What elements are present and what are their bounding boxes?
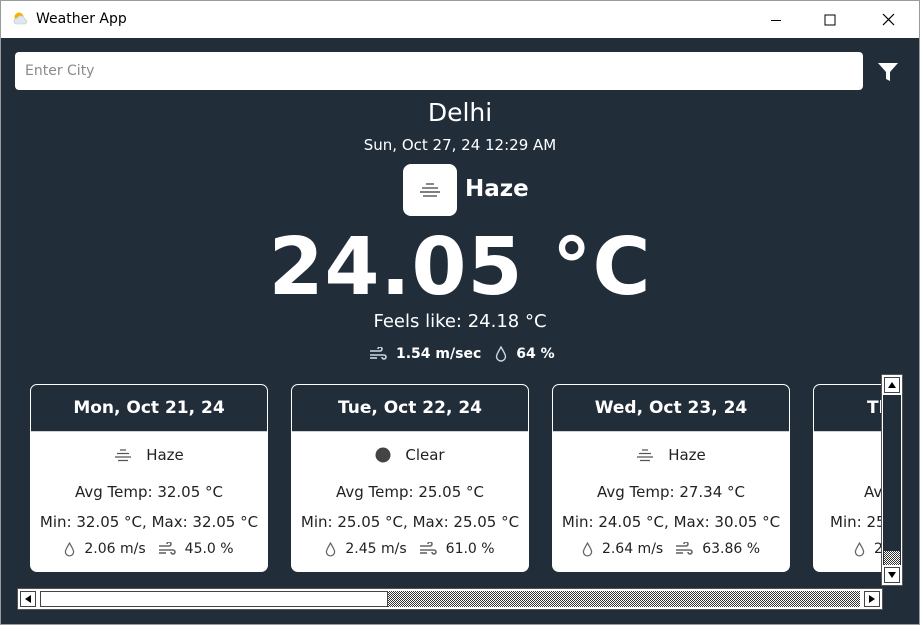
forecast-stats: 2.64 m/s 63.86 % [553, 541, 789, 557]
window-title: Weather App [36, 11, 127, 27]
humidity-drop-icon [582, 541, 593, 557]
wind-icon [675, 542, 693, 556]
scroll-left-button[interactable] [20, 591, 36, 607]
horizontal-scroll-thumb[interactable] [40, 591, 388, 607]
forecast-list[interactable]: Mon, Oct 21, 24 Haze Avg Temp: 32.05 °C … [1, 384, 881, 574]
forecast-min-max: Min: 25.05 °C, Max: 25.05 °C [300, 513, 520, 531]
current-condition-label: Haze [465, 176, 529, 202]
minimize-icon [771, 19, 781, 21]
wind-icon [370, 347, 387, 360]
current-temperature: 24.05 °C [268, 221, 652, 313]
current-stats: 1.54 m/sec 64 % [369, 344, 569, 364]
forecast-humidity: 63.86 % [702, 541, 761, 557]
city-search-field[interactable] [15, 52, 863, 90]
wind-icon [158, 542, 176, 556]
forecast-humidity: 61.0 % [445, 541, 495, 557]
forecast-date: Tue, Oct 22, 24 [292, 385, 528, 432]
wind-icon [419, 542, 437, 556]
close-button[interactable] [865, 1, 911, 38]
forecast-min-max: Min: 24.05 °C, Max: 30.05 °C [561, 513, 781, 531]
forecast-min-max: Min: 25 [830, 513, 881, 531]
current-wind-speed: 1.54 m/sec [396, 346, 482, 362]
arrow-up-icon [888, 382, 896, 388]
forecast-wind-speed: 2.45 m/s [345, 541, 407, 557]
forecast-condition-label: Clear [405, 446, 445, 464]
humidity-drop-icon [64, 541, 75, 557]
forecast-humidity: 45.0 % [184, 541, 234, 557]
arrow-right-icon [869, 595, 875, 603]
forecast-date: Wed, Oct 23, 24 [553, 385, 789, 432]
forecast-condition-label: Haze [668, 446, 706, 464]
title-bar[interactable]: Weather App [1, 1, 919, 38]
arrow-down-icon [888, 572, 896, 578]
scroll-right-button[interactable] [864, 591, 880, 607]
current-humidity: 64 % [516, 346, 555, 362]
forecast-avg-temp: Avg Temp: 27.34 °C [596, 483, 746, 501]
feels-like-text: Feels like: 24.18 °C [373, 311, 547, 332]
scroll-up-button[interactable] [884, 377, 900, 393]
forecast-avg-temp: Av [864, 483, 881, 501]
forecast-wind-speed: 2 [874, 541, 881, 557]
haze-icon [114, 448, 132, 462]
forecast-avg-temp: Avg Temp: 32.05 °C [74, 483, 224, 501]
partly-cloudy-icon [13, 12, 27, 25]
forecast-avg-temp: Avg Temp: 25.05 °C [335, 483, 485, 501]
maximize-icon [824, 14, 836, 25]
forecast-condition-label: Haze [146, 446, 184, 464]
forecast-card[interactable]: Mon, Oct 21, 24 Haze Avg Temp: 32.05 °C … [30, 384, 268, 572]
forecast-min-max: Min: 32.05 °C, Max: 32.05 °C [39, 513, 259, 531]
humidity-drop-icon [496, 346, 507, 362]
forecast-wind-speed: 2.06 m/s [84, 541, 146, 557]
forecast-stats: 2.45 m/s 61.0 % [292, 541, 528, 557]
arrow-left-icon [25, 595, 31, 603]
current-condition-icon-box [403, 164, 457, 216]
forecast-card[interactable]: Wed, Oct 23, 24 Haze Avg Temp: 27.34 °C … [552, 384, 790, 572]
vertical-scroll-track[interactable] [883, 395, 901, 565]
forecast-stats: 2.06 m/s 45.0 % [31, 541, 267, 557]
horizontal-scroll-track[interactable] [388, 591, 860, 607]
maximize-button[interactable] [807, 1, 853, 38]
forecast-date: Th [814, 385, 881, 432]
forecast-wind-speed: 2.64 m/s [601, 541, 664, 557]
minimize-button[interactable] [753, 1, 799, 38]
forecast-condition: Haze [31, 446, 267, 464]
forecast-condition: Haze [553, 446, 789, 464]
app-window: Weather App Delhi Sun, Oct 27, 24 12:29 … [0, 0, 920, 625]
forecast-card[interactable]: Th Av Min: 25 2 [813, 384, 881, 572]
current-datetime: Sun, Oct 27, 24 12:29 AM [363, 136, 557, 154]
scroll-down-button[interactable] [884, 567, 900, 583]
horizontal-scrollbar[interactable] [17, 588, 883, 610]
forecast-date: Mon, Oct 21, 24 [31, 385, 267, 432]
close-icon [882, 13, 894, 26]
forecast-card[interactable]: Tue, Oct 22, 24 Clear Avg Temp: 25.05 °C… [291, 384, 529, 572]
haze-icon [420, 183, 440, 197]
vertical-scroll-thumb[interactable] [884, 551, 900, 565]
city-name: Delhi [427, 98, 493, 127]
clear-dot-icon [375, 447, 391, 463]
vertical-scrollbar[interactable] [881, 374, 903, 586]
city-search-input[interactable] [15, 52, 863, 90]
filter-icon[interactable] [875, 59, 901, 85]
humidity-drop-icon [854, 541, 865, 557]
humidity-drop-icon [325, 541, 336, 557]
forecast-condition: Clear [292, 446, 528, 464]
haze-icon [636, 448, 654, 462]
forecast-stats: 2 [814, 541, 881, 557]
